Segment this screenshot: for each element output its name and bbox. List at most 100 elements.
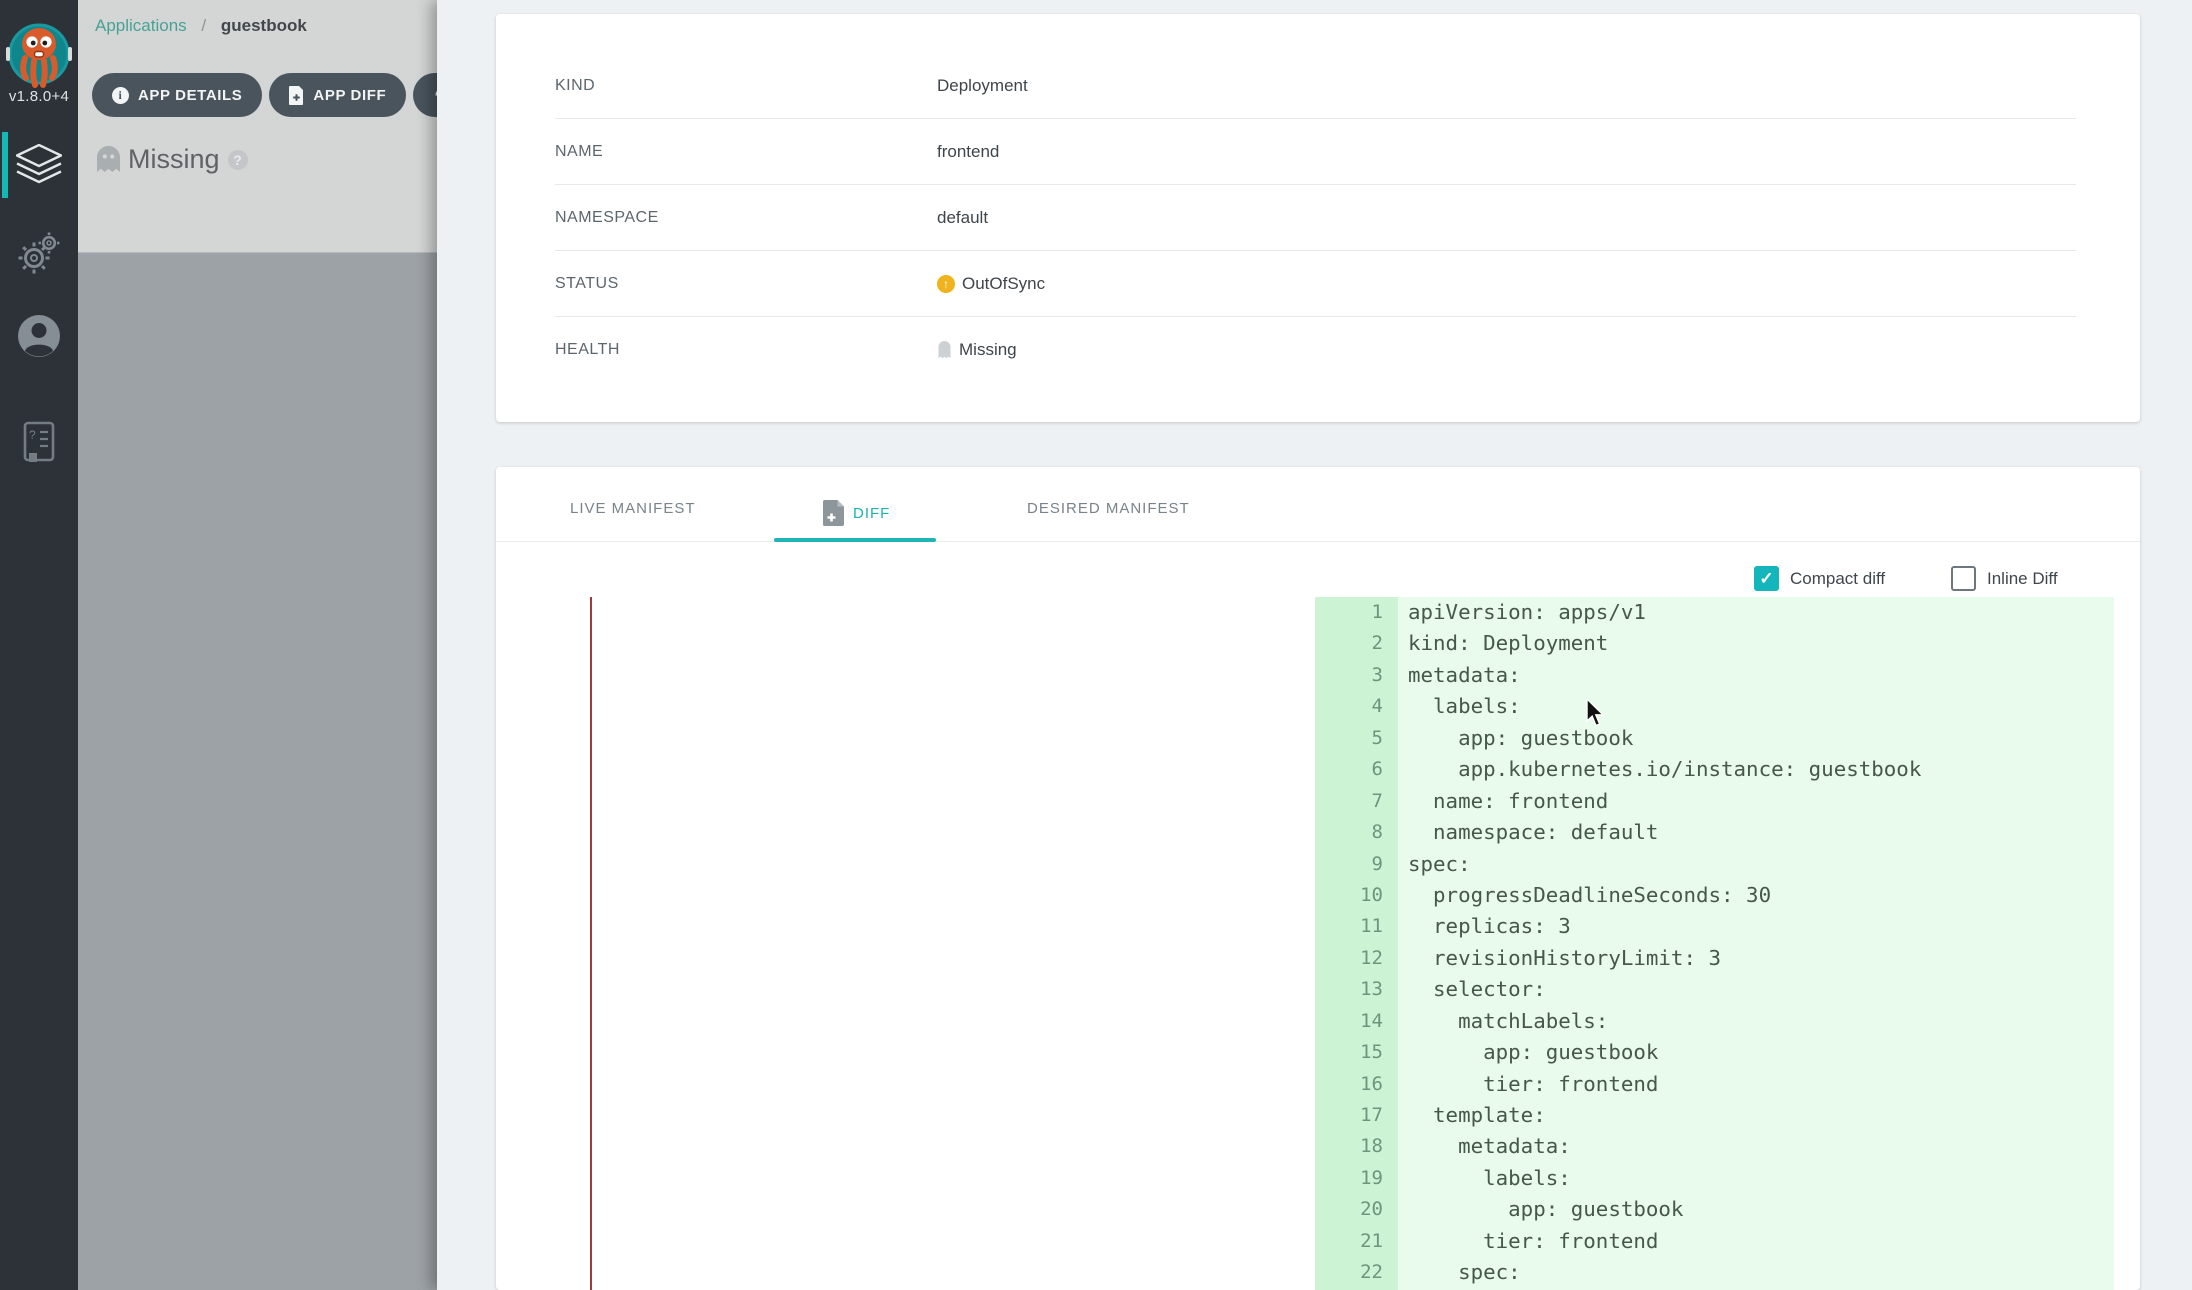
tab-label: DESIRED MANIFEST (1027, 500, 1190, 517)
line-number: 2 (1315, 628, 1398, 659)
user-icon (17, 314, 61, 358)
resource-summary-card: KIND Deployment NAME frontend NAMESPACE … (496, 14, 2140, 422)
version-label: v1.8.0+4 (0, 88, 78, 105)
ghost-icon (97, 146, 120, 173)
status-text: OutOfSync (962, 274, 1045, 294)
diff-line: 11 replicas: 3 (1315, 911, 2114, 942)
sidebar-item-settings[interactable] (0, 231, 78, 275)
line-code: replicas: 3 (1398, 911, 1571, 942)
app-diff-button[interactable]: APP DIFF (269, 73, 406, 117)
breadcrumb: Applications / guestbook (95, 16, 307, 36)
file-diff-icon (289, 86, 304, 105)
diff-line: 4 labels: (1315, 691, 2114, 722)
diff-line: 2 kind: Deployment (1315, 628, 2114, 659)
resource-panel: × KIND Deployment NAME frontend NAMESPAC… (437, 0, 2192, 1290)
line-number: 18 (1315, 1131, 1398, 1162)
health-text: Missing (959, 340, 1017, 360)
line-number: 13 (1315, 974, 1398, 1005)
line-number: 17 (1315, 1100, 1398, 1131)
compact-diff-label: Compact diff (1790, 569, 1885, 589)
diff-line: 7 name: frontend (1315, 786, 2114, 817)
line-number: 16 (1315, 1069, 1398, 1100)
diff-line: 3 metadata: (1315, 660, 2114, 691)
gears-icon (17, 231, 61, 275)
layers-icon (16, 144, 62, 186)
help-icon[interactable]: ? (228, 150, 248, 170)
summary-row-name: NAME frontend (555, 119, 2076, 185)
line-code: progressDeadlineSeconds: 30 (1398, 880, 1771, 911)
sidebar-item-docs[interactable]: ? (0, 420, 78, 464)
diff-line: 20 app: guestbook (1315, 1194, 2114, 1225)
row-label: HEALTH (555, 341, 937, 359)
line-code: app: guestbook (1398, 1194, 1683, 1225)
doc-icon: ? (21, 420, 57, 464)
active-tab-underline (774, 538, 936, 542)
ghost-icon (937, 341, 952, 359)
diff-file-icon (823, 500, 844, 526)
line-number: 4 (1315, 691, 1398, 722)
inline-diff-checkbox[interactable] (1951, 566, 1976, 591)
tab-live-manifest[interactable]: LIVE MANIFEST (570, 500, 696, 517)
summary-row-kind: KIND Deployment (555, 53, 2076, 119)
app-health-heading: Missing ? (97, 144, 248, 175)
line-number: 14 (1315, 1006, 1398, 1037)
mouse-cursor (1586, 699, 1608, 729)
row-value: Missing (937, 340, 1017, 360)
diff-added-pane: 1 apiVersion: apps/v1 2 kind: Deployment… (1315, 597, 2114, 1290)
sidebar-item-applications[interactable] (0, 144, 78, 186)
line-code: template: (1398, 1100, 1546, 1131)
diff-line: 10 progressDeadlineSeconds: 30 (1315, 880, 2114, 911)
line-number: 6 (1315, 754, 1398, 785)
breadcrumb-applications-link[interactable]: Applications (95, 16, 187, 35)
diff-line: 6 app.kubernetes.io/instance: guestbook (1315, 754, 2114, 785)
compact-diff-checkbox[interactable]: ✓ (1754, 566, 1779, 591)
out-of-sync-icon: ↑ (937, 275, 955, 293)
sidebar-item-user[interactable] (0, 314, 78, 358)
diff-line: 15 app: guestbook (1315, 1037, 2114, 1068)
diff-line: 16 tier: frontend (1315, 1069, 2114, 1100)
argocd-app: Applications / guestbook i APP DETAILS (0, 0, 2192, 1290)
row-label: KIND (555, 77, 937, 95)
line-code: namespace: default (1398, 817, 1658, 848)
line-code: metadata: (1398, 1131, 1571, 1162)
inline-diff-label: Inline Diff (1987, 569, 2058, 589)
line-code: tier: frontend (1398, 1069, 1658, 1100)
line-number: 10 (1315, 880, 1398, 911)
app-details-label: APP DETAILS (138, 87, 242, 104)
diff-lines: 1 apiVersion: apps/v1 2 kind: Deployment… (1315, 597, 2114, 1289)
app-details-button[interactable]: i APP DETAILS (92, 73, 262, 117)
summary-row-namespace: NAMESPACE default (555, 185, 2076, 251)
line-number: 8 (1315, 817, 1398, 848)
line-number: 12 (1315, 943, 1398, 974)
compact-diff-option: ✓ Compact diff (1754, 566, 1885, 591)
line-code: matchLabels: (1398, 1006, 1608, 1037)
line-number: 3 (1315, 660, 1398, 691)
line-number: 5 (1315, 723, 1398, 754)
tab-desired-manifest[interactable]: DESIRED MANIFEST (1027, 500, 1190, 517)
tab-label: DIFF (853, 505, 890, 522)
summary-row-status: STATUS ↑ OutOfSync (555, 251, 2076, 317)
line-number: 11 (1315, 911, 1398, 942)
row-label: NAMESPACE (555, 209, 937, 227)
diff-removed-marker (590, 597, 592, 1290)
row-value: Deployment (937, 76, 1028, 96)
row-value: default (937, 208, 988, 228)
app-diff-label: APP DIFF (313, 87, 386, 104)
line-code: spec: (1398, 849, 1471, 880)
diff-line: 22 spec: (1315, 1257, 2114, 1288)
diff-line: 19 labels: (1315, 1163, 2114, 1194)
line-number: 1 (1315, 597, 1398, 628)
diff-line: 18 metadata: (1315, 1131, 2114, 1162)
line-number: 19 (1315, 1163, 1398, 1194)
diff-line: 1 apiVersion: apps/v1 (1315, 597, 2114, 628)
diff-line: 12 revisionHistoryLimit: 3 (1315, 943, 2114, 974)
line-code: labels: (1398, 691, 1521, 722)
diff-line: 8 namespace: default (1315, 817, 2114, 848)
line-number: 22 (1315, 1257, 1398, 1288)
argo-logo (1, 6, 77, 90)
tab-diff[interactable]: DIFF (823, 500, 890, 526)
line-code: name: frontend (1398, 786, 1608, 817)
diff-line: 21 tier: frontend (1315, 1226, 2114, 1257)
line-code: revisionHistoryLimit: 3 (1398, 943, 1721, 974)
manifest-diff-card: LIVE MANIFEST DIFF DESIRED MANIFEST (496, 467, 2140, 1290)
